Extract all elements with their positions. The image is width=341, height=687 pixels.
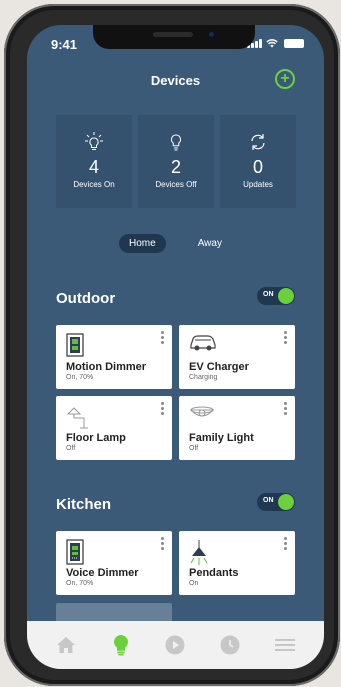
more-options-icon[interactable]: [161, 402, 164, 417]
stat-devices-off[interactable]: 2 Devices Off: [138, 115, 214, 208]
stat-label: Devices On: [73, 180, 115, 189]
stats-row: 4 Devices On 2 Devices Off 0 Updates: [56, 115, 296, 208]
section-title-outdoor: Outdoor: [56, 290, 116, 307]
camera: [207, 30, 216, 39]
menu-icon: [274, 639, 295, 651]
toggle-label: ON: [263, 497, 274, 504]
bulb-icon: [113, 635, 128, 656]
device-status: Charging: [189, 374, 218, 381]
tab-menu[interactable]: [273, 633, 297, 657]
device-card-pendants[interactable]: Pendants On: [179, 531, 295, 595]
floor-lamp-icon: [66, 407, 88, 429]
tab-devices[interactable]: [109, 633, 133, 657]
more-options-icon[interactable]: [284, 537, 287, 552]
outdoor-toggle[interactable]: ON: [257, 287, 295, 305]
stat-value: 2: [170, 157, 181, 177]
device-card-voice-dimmer[interactable]: Voice Dimmer On, 70%: [56, 531, 172, 595]
notch: [93, 25, 255, 49]
tab-home[interactable]: [54, 633, 78, 657]
pendant-icon: [190, 540, 208, 565]
device-name: Floor Lamp: [66, 432, 126, 444]
device-card-partial[interactable]: [56, 603, 172, 623]
device-card-ev-charger[interactable]: EV Charger Charging: [179, 325, 295, 389]
device-name: Voice Dimmer: [66, 567, 139, 579]
device-status: On, 70%: [66, 580, 94, 587]
clock-icon: [220, 635, 240, 655]
plus-icon: +: [280, 70, 290, 87]
device-status: On: [189, 580, 199, 587]
device-card-motion-dimmer[interactable]: Motion Dimmer On, 70%: [56, 325, 172, 389]
device-status: Off: [66, 445, 76, 452]
speaker: [153, 32, 193, 37]
stat-value: 0: [252, 157, 263, 177]
device-name: Family Light: [189, 432, 254, 444]
bulb-off-icon: [171, 134, 181, 151]
toggle-knob: [278, 288, 294, 304]
stat-devices-on[interactable]: 4 Devices On: [56, 115, 132, 208]
more-options-icon[interactable]: [284, 402, 287, 417]
mode-away[interactable]: Away: [188, 234, 232, 253]
status-time: 9:41: [51, 37, 78, 52]
stat-updates[interactable]: 0 Updates: [220, 115, 296, 208]
device-name: EV Charger: [189, 361, 249, 373]
header: Devices +: [27, 69, 324, 95]
tab-bar: [27, 621, 324, 669]
more-options-icon[interactable]: [161, 537, 164, 552]
ceiling-light-icon: [189, 406, 215, 417]
more-options-icon[interactable]: [284, 331, 287, 346]
home-icon: [57, 637, 76, 653]
device-name: Pendants: [189, 567, 239, 579]
more-options-icon[interactable]: [161, 331, 164, 346]
status-indicators: [247, 39, 304, 48]
device-name: Motion Dimmer: [66, 361, 147, 373]
stat-label: Updates: [243, 180, 273, 189]
add-device-button[interactable]: +: [275, 69, 295, 89]
stat-label: Devices Off: [155, 180, 197, 189]
wifi-icon: [266, 39, 278, 48]
device-status: Off: [189, 445, 199, 452]
device-status: On, 70%: [66, 374, 94, 381]
play-icon: [165, 635, 185, 655]
toggle-knob: [278, 494, 294, 510]
mode-switch: Home Away: [119, 234, 232, 253]
mode-home[interactable]: Home: [119, 234, 166, 253]
device-card-family-light[interactable]: Family Light Off: [179, 396, 295, 460]
voice-dimmer-icon: [66, 539, 84, 565]
app-screen: 9:41 Devices + 4 Devices On 2 Devices Of…: [27, 25, 324, 669]
refresh-icon: [251, 134, 265, 150]
tab-schedule[interactable]: [218, 633, 242, 657]
kitchen-toggle[interactable]: ON: [257, 493, 295, 511]
toggle-label: ON: [263, 291, 274, 298]
stat-value: 4: [88, 157, 99, 177]
device-card-floor-lamp[interactable]: Floor Lamp Off: [56, 396, 172, 460]
motion-dimmer-icon: [66, 333, 84, 357]
bulb-on-icon: [85, 132, 103, 150]
battery-icon: [284, 39, 304, 48]
tab-scenes[interactable]: [163, 633, 187, 657]
section-title-kitchen: Kitchen: [56, 496, 112, 513]
car-icon: [190, 335, 216, 351]
